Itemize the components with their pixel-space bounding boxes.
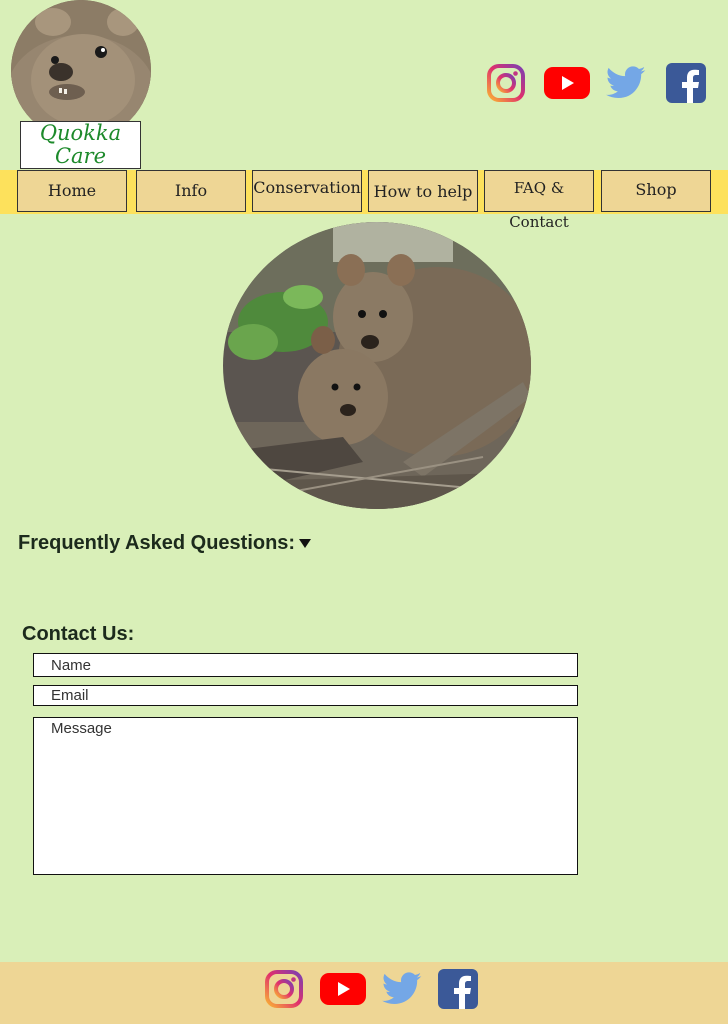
nav-home-label: Home bbox=[47, 181, 97, 200]
logo-text[interactable]: Quokka Care bbox=[20, 121, 141, 169]
nav-shop-label: Shop bbox=[635, 180, 677, 199]
logo-line-2: Care bbox=[54, 144, 107, 168]
message-field[interactable] bbox=[33, 717, 578, 875]
faq-title: Frequently Asked Questions: bbox=[18, 532, 296, 554]
quokka-mother-and-joey-image bbox=[223, 222, 531, 509]
logo-photo[interactable] bbox=[11, 0, 151, 140]
social-links-header bbox=[486, 63, 706, 103]
nav-info[interactable]: Info bbox=[136, 170, 246, 212]
facebook-icon[interactable] bbox=[666, 63, 706, 103]
nav-faq-contact[interactable]: FAQ & Contact bbox=[484, 170, 594, 231]
nav-how-to-help[interactable]: How to help bbox=[368, 170, 478, 212]
nav-home[interactable]: Home bbox=[17, 170, 127, 212]
nav-info-label: Info bbox=[174, 181, 208, 200]
quokka-face-image bbox=[11, 0, 151, 140]
nav-conservation[interactable]: Conservation bbox=[252, 170, 362, 212]
nav-how-to-help-label: How to help bbox=[373, 182, 473, 201]
main-nav: Home Info Conservation How to help FAQ &… bbox=[0, 170, 728, 231]
footer bbox=[0, 962, 728, 1024]
youtube-icon[interactable] bbox=[544, 67, 590, 99]
nav-faq-contact-label: FAQ & Contact bbox=[509, 179, 569, 231]
name-field[interactable] bbox=[33, 653, 578, 677]
contact-title: Contact Us: bbox=[22, 623, 135, 645]
logo-line-1: Quokka bbox=[39, 121, 122, 145]
instagram-icon[interactable] bbox=[486, 63, 526, 103]
facebook-icon[interactable] bbox=[438, 969, 478, 1009]
nav-shop[interactable]: Shop bbox=[601, 170, 711, 212]
twitter-icon[interactable] bbox=[605, 66, 646, 100]
faq-toggle[interactable]: Frequently Asked Questions: bbox=[18, 532, 312, 555]
twitter-icon[interactable] bbox=[381, 972, 422, 1006]
instagram-icon[interactable] bbox=[264, 969, 304, 1009]
nav-conservation-label: Conservation bbox=[253, 178, 361, 197]
social-links-footer bbox=[264, 969, 478, 1009]
youtube-icon[interactable] bbox=[320, 973, 366, 1005]
caret-down-icon bbox=[299, 539, 312, 548]
hero-image bbox=[223, 222, 531, 509]
email-field[interactable] bbox=[33, 685, 578, 706]
